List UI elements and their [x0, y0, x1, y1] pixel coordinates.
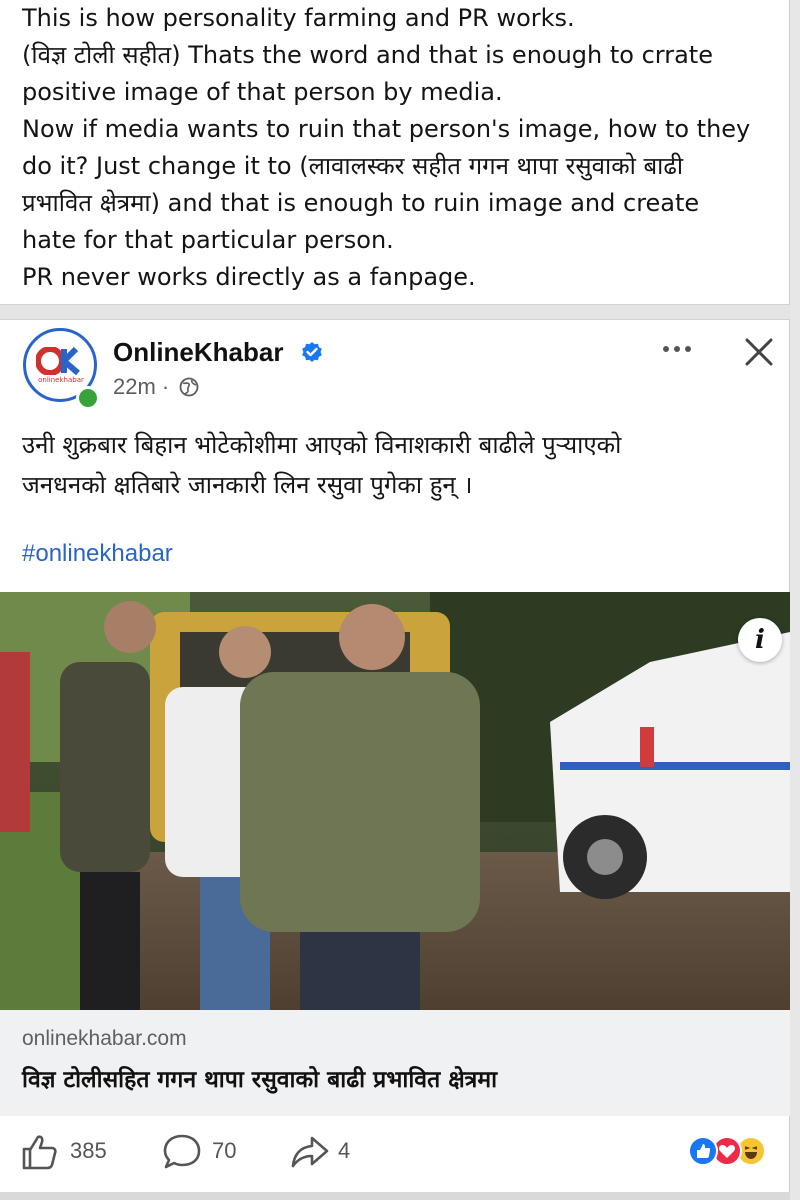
post-time[interactable]: 22m	[113, 374, 156, 399]
comment-line: (विज्ञ टोली सहीत) Thats the word and tha…	[22, 41, 713, 69]
link-domain: onlinekhabar.com	[22, 1027, 187, 1050]
like-reaction-glyph	[697, 1144, 710, 1158]
hashtag-link[interactable]: #onlinekhabar	[22, 540, 173, 568]
onlinekhabar-logo-icon	[36, 347, 80, 375]
info-icon[interactable]: i	[738, 618, 782, 662]
post-text-line: जनधनको क्षतिबारे जानकारी लिन रसुवा पुगेक…	[22, 471, 473, 499]
bottom-divider	[0, 1192, 790, 1200]
comment-line: do it? Just change it to (लावालस्कर सहीत…	[22, 152, 684, 180]
avatar-subtext: onlinekhabar	[38, 376, 84, 384]
comment-count: 70	[212, 1138, 237, 1163]
close-icon[interactable]	[742, 335, 776, 369]
page-name[interactable]: OnlineKhabar	[113, 337, 283, 368]
comment-line: PR never works directly as a fanpage.	[22, 263, 476, 291]
section-divider	[0, 304, 790, 320]
news-photo-illustration	[0, 592, 790, 1010]
comment-bubble-icon[interactable]	[162, 1132, 202, 1172]
share-arrow-icon[interactable]	[290, 1132, 330, 1172]
online-status-dot	[76, 386, 100, 410]
share-count: 4	[338, 1138, 351, 1163]
like-reaction-icon[interactable]	[688, 1136, 718, 1166]
action-bar	[0, 1128, 790, 1178]
globe-icon	[179, 377, 199, 397]
thumbs-up-icon[interactable]	[20, 1132, 60, 1172]
post-meta: 22m ·	[113, 374, 199, 400]
scrollbar-track[interactable]	[789, 0, 800, 1200]
post-body-text: उनी शुक्रबार बिहान भोटेकोशीमा आएको विनाश…	[22, 425, 782, 505]
meta-separator: ·	[161, 374, 170, 399]
comment-line: Now if media wants to ruin that person's…	[22, 115, 751, 143]
comment-text-block: This is how personality farming and PR w…	[0, 0, 790, 304]
verified-badge-icon	[302, 342, 322, 362]
post-text-line: उनी शुक्रबार बिहान भोटेकोशीमा आएको विनाश…	[22, 431, 622, 459]
info-glyph: i	[755, 625, 765, 655]
post-photo[interactable]	[0, 592, 790, 1010]
comment-line: hate for that particular person.	[22, 226, 394, 254]
like-count: 385	[70, 1138, 107, 1163]
comment-line: positive image of that person by media.	[22, 78, 503, 106]
comment-line: This is how personality farming and PR w…	[22, 4, 575, 32]
more-options-icon[interactable]	[660, 338, 694, 360]
link-title[interactable]: विज्ञ टोलीसहित गगन थापा रसुवाको बाढी प्र…	[22, 1062, 497, 1094]
comment-line: प्रभावित क्षेत्रमा) and that is enough t…	[22, 189, 700, 217]
